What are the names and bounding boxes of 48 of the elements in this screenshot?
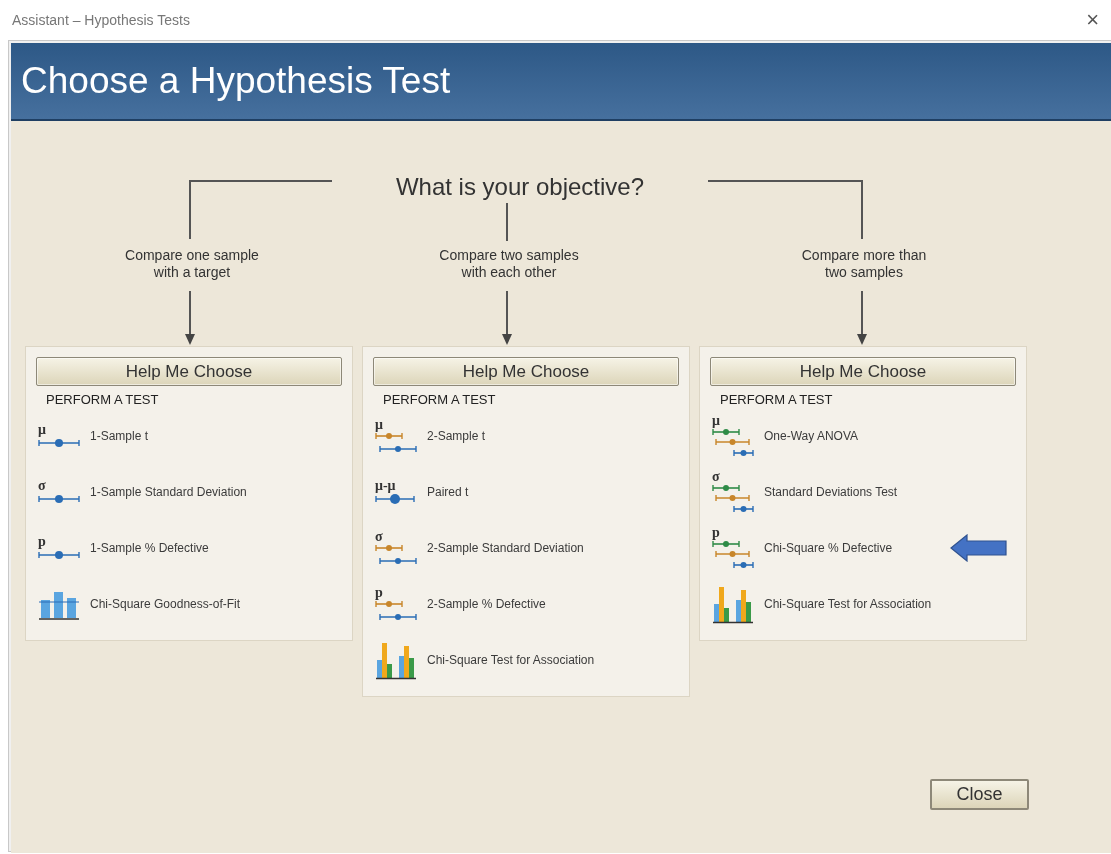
- branch-label: Compare one sample with a target: [124, 247, 260, 281]
- close-icon[interactable]: ×: [1086, 7, 1099, 33]
- help-me-choose-button[interactable]: Help Me Choose: [710, 357, 1016, 386]
- intervals-icon: [712, 538, 754, 571]
- branch-label: Compare two samples with each other: [438, 247, 580, 281]
- test-link[interactable]: Paired t: [427, 485, 469, 499]
- section-heading: PERFORM A TEST: [720, 392, 833, 407]
- branch-label: Compare more than two samples: [800, 247, 928, 281]
- test-link[interactable]: Chi-Square Test for Association: [427, 653, 595, 667]
- test-link[interactable]: 2-Sample % Defective: [427, 597, 546, 611]
- intervals-icon: [712, 482, 754, 515]
- symbol-label: p: [375, 585, 383, 599]
- intervals-icon: [375, 542, 417, 567]
- test-link[interactable]: 2-Sample t: [427, 429, 486, 443]
- section-heading: PERFORM A TEST: [383, 392, 496, 407]
- help-me-choose-button[interactable]: Help Me Choose: [373, 357, 679, 386]
- close-button[interactable]: Close: [930, 779, 1029, 810]
- symbol-label: p: [712, 525, 720, 539]
- window-title: Assistant – Hypothesis Tests: [12, 12, 190, 28]
- dialog-heading: Choose a Hypothesis Test: [21, 60, 451, 102]
- intervals-icon: [375, 430, 417, 455]
- symbol-label: μ: [712, 413, 720, 427]
- test-link[interactable]: Chi-Square Goodness-of-Fit: [90, 597, 241, 611]
- symbol-label: p: [38, 534, 46, 548]
- section-heading: PERFORM A TEST: [46, 392, 159, 407]
- symbol-label: μ: [38, 422, 46, 436]
- connector-arrow: [185, 290, 195, 345]
- interval-icon: [375, 491, 417, 506]
- symbol-label: μ-μ: [375, 478, 396, 492]
- symbol-label: σ: [375, 529, 383, 543]
- test-link[interactable]: 1-Sample Standard Deviation: [90, 485, 247, 499]
- test-link[interactable]: Chi-Square Test for Association: [764, 597, 932, 611]
- symbol-label: σ: [712, 469, 720, 483]
- symbol-label: σ: [38, 478, 46, 492]
- test-link[interactable]: 1-Sample t: [90, 429, 149, 443]
- test-link[interactable]: Chi-Square % Defective: [764, 541, 893, 555]
- help-me-choose-button[interactable]: Help Me Choose: [36, 357, 342, 386]
- bar-chart-icon: [712, 584, 754, 624]
- intervals-icon: [375, 598, 417, 623]
- test-link[interactable]: 1-Sample % Defective: [90, 541, 209, 555]
- test-link[interactable]: One-Way ANOVA: [764, 429, 859, 443]
- connector-arrow: [502, 290, 512, 345]
- connector-arrow: [857, 290, 867, 345]
- intervals-icon: [712, 426, 754, 459]
- test-link[interactable]: 2-Sample Standard Deviation: [427, 541, 584, 555]
- symbol-label: μ: [375, 417, 383, 431]
- test-link[interactable]: Standard Deviations Test: [764, 485, 898, 499]
- bar-chart-icon: [375, 640, 417, 680]
